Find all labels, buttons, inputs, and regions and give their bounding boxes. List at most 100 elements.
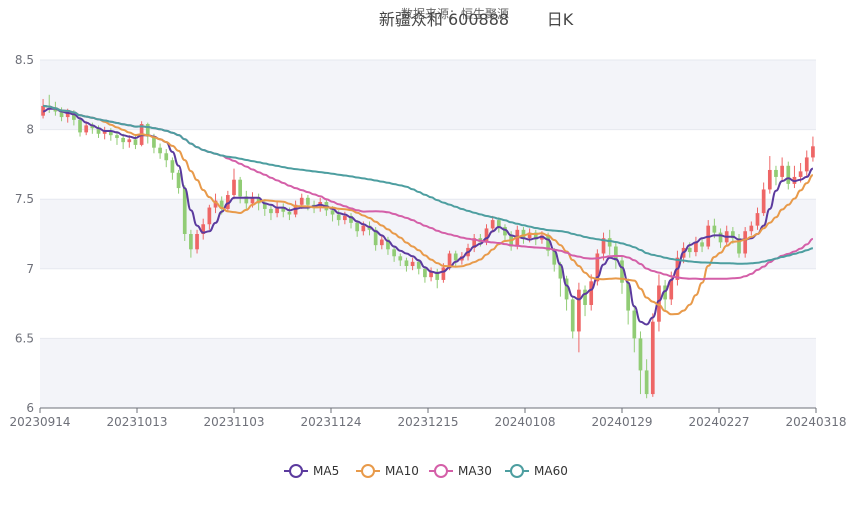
candle-body xyxy=(767,169,772,190)
candle-body xyxy=(121,137,125,143)
x-tick-label: 20231124 xyxy=(300,415,361,429)
candle-body xyxy=(804,157,809,172)
band xyxy=(40,60,816,130)
candle-body xyxy=(207,207,212,225)
candle-body xyxy=(780,165,784,177)
legend-marker xyxy=(434,464,448,478)
background-bands xyxy=(40,60,816,408)
candle-body xyxy=(343,215,347,221)
candle-body xyxy=(164,153,169,161)
legend-marker xyxy=(361,464,375,478)
candle-body xyxy=(238,179,243,197)
candle-body xyxy=(749,225,754,232)
candle-body xyxy=(182,188,187,234)
candle-body xyxy=(133,139,138,145)
candle-body xyxy=(232,179,236,196)
legend-label: MA60 xyxy=(534,464,568,478)
candle-body xyxy=(127,139,132,143)
x-tick-label: 20231103 xyxy=(203,415,264,429)
candle-body xyxy=(115,135,119,138)
y-tick-label: 8.5 xyxy=(15,53,34,67)
candle-body xyxy=(798,171,803,177)
candle-body xyxy=(718,232,723,243)
candlestick-chart: 66.577.588.5 20230914 20231013 20231103 202… xyxy=(9,6,847,478)
candle-body xyxy=(158,147,162,154)
candle-body xyxy=(336,214,341,221)
legend-item-ma5[interactable]: MA5 xyxy=(284,464,339,478)
legend-item-ma10[interactable]: MA10 xyxy=(356,464,419,478)
candle-body xyxy=(306,197,310,205)
candle-body xyxy=(398,256,403,261)
legend-label: MA10 xyxy=(385,464,419,478)
candle-body xyxy=(632,310,637,339)
candle-body xyxy=(490,220,495,229)
x-tick-label: 20240129 xyxy=(591,415,652,429)
candle-body xyxy=(650,321,655,395)
candle-body xyxy=(195,234,199,250)
candle-body xyxy=(589,281,594,305)
x-tick-label: 20231215 xyxy=(397,415,458,429)
candle-body xyxy=(811,146,815,158)
candle-body xyxy=(496,220,501,228)
candle-body xyxy=(416,261,421,269)
candle-body xyxy=(355,222,360,232)
candle-body xyxy=(84,125,89,133)
candle-body xyxy=(441,267,446,280)
candle-body xyxy=(189,234,193,250)
candle-body xyxy=(521,229,526,239)
candle-body xyxy=(570,299,575,332)
candle-body xyxy=(577,289,581,332)
candle-body xyxy=(78,119,82,133)
candle-body xyxy=(761,189,766,214)
x-tick-label: 20231013 xyxy=(106,415,167,429)
band xyxy=(40,338,816,408)
legend-label: MA5 xyxy=(313,464,339,478)
candle-body xyxy=(607,238,612,247)
y-tick-label: 6 xyxy=(26,401,34,415)
x-tick-label: 20240227 xyxy=(688,415,749,429)
x-tick-label: 20230914 xyxy=(9,415,70,429)
chart-title: 新疆众和 600888 xyxy=(379,10,509,29)
legend-marker xyxy=(510,464,524,478)
candle-body xyxy=(743,231,748,254)
y-tick-label: 7.5 xyxy=(15,192,34,206)
candle-body xyxy=(330,210,335,215)
candle-body xyxy=(583,289,587,305)
x-tick-label: 20240318 xyxy=(785,415,846,429)
candle-body xyxy=(269,208,273,214)
candle-body xyxy=(453,253,458,261)
candle-body xyxy=(774,169,778,177)
candle-body xyxy=(700,242,704,247)
candle-body xyxy=(755,213,760,226)
candle-body xyxy=(176,172,181,189)
y-tick-label: 8 xyxy=(26,123,34,137)
y-tick-label: 6.5 xyxy=(15,331,34,345)
chart-subtitle: 日K xyxy=(547,10,574,29)
candle-body xyxy=(410,261,415,267)
candle-body xyxy=(299,197,304,205)
legend-marker xyxy=(289,464,303,478)
legend-item-ma30[interactable]: MA30 xyxy=(429,464,492,478)
x-tick-label: 20240108 xyxy=(494,415,555,429)
candle-body xyxy=(287,211,292,215)
candle-body xyxy=(170,160,175,173)
band xyxy=(40,129,816,200)
candle-body xyxy=(712,225,717,233)
y-tick-label: 7 xyxy=(26,262,34,276)
candle-body xyxy=(423,268,427,278)
legend-label: MA30 xyxy=(458,464,492,478)
candle-body xyxy=(694,242,698,253)
legend-item-ma60[interactable]: MA60 xyxy=(505,464,568,478)
candle-body xyxy=(361,225,366,232)
candle-body xyxy=(786,165,791,184)
candle-body xyxy=(687,247,692,253)
legend[interactable]: MA5 MA10 MA30 MA60 xyxy=(284,464,568,478)
candle-body xyxy=(644,370,649,395)
candle-body xyxy=(484,228,489,243)
candle-body xyxy=(392,249,396,257)
candle-body xyxy=(638,338,643,371)
candle-body xyxy=(379,239,384,246)
y-axis-ticks: 6 6.5 7 7.5 8 8.5 xyxy=(15,53,34,415)
x-axis: 20230914 20231013 20231103 20231124 20231215… xyxy=(9,407,847,429)
candle-body xyxy=(404,260,409,267)
